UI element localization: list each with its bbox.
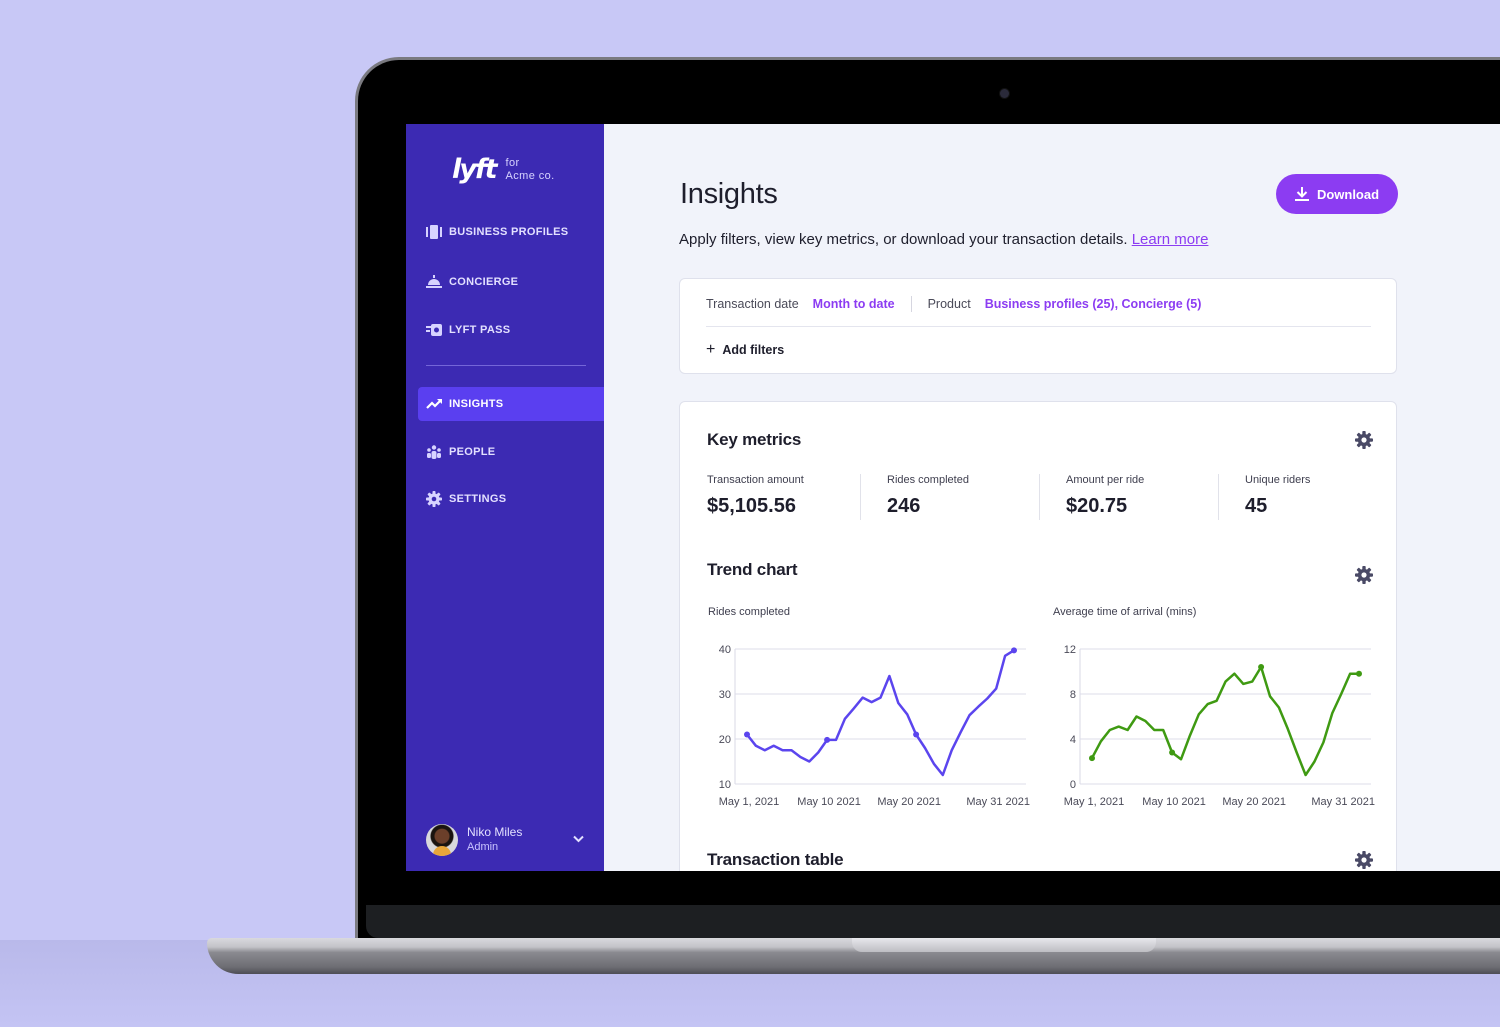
plus-icon: + — [706, 341, 716, 358]
sidebar-item-lyft-pass[interactable]: LYFT PASS — [418, 313, 604, 347]
sidebar: lyft for Acme co. BUSINESS PROFILES CONC… — [406, 124, 604, 871]
data-point[interactable] — [1258, 664, 1265, 670]
x-tick-label: May 31 2021 — [1311, 796, 1375, 808]
x-tick-label: May 20 2021 — [1222, 796, 1286, 808]
page-subtitle: Apply filters, view key metrics, or down… — [679, 231, 1209, 248]
y-tick-label: 4 — [1070, 734, 1076, 746]
download-icon — [1294, 187, 1309, 201]
sidebar-divider — [426, 365, 586, 366]
learn-more-link[interactable]: Learn more — [1132, 231, 1209, 248]
metric-transaction-amount: Transaction amount $5,105.56 — [707, 474, 804, 517]
trending-up-icon — [426, 396, 442, 412]
brand-for: for — [505, 156, 520, 169]
add-filters-button[interactable]: + Add filters — [706, 341, 784, 359]
app-screen: lyft for Acme co. BUSINESS PROFILES CONC… — [406, 124, 1500, 871]
user-name: Niko Miles — [467, 825, 523, 839]
metrics-card: Key metrics Transaction amount $5,105.56… — [679, 401, 1397, 871]
transaction-date-filter[interactable]: Month to date — [813, 297, 895, 311]
y-tick-label: 40 — [719, 644, 731, 656]
data-point[interactable] — [824, 736, 831, 743]
main-content: Insights Download Apply filters, view ke… — [604, 124, 1500, 871]
y-tick-label: 20 — [719, 734, 731, 746]
x-tick-label: May 31 2021 — [966, 796, 1030, 808]
gear-icon — [426, 491, 442, 507]
sidebar-item-business-profiles[interactable]: BUSINESS PROFILES — [418, 215, 604, 249]
filter-divider — [706, 326, 1371, 327]
data-point[interactable] — [1169, 749, 1176, 756]
laptop-chin — [366, 905, 1500, 938]
product-label: Product — [927, 297, 971, 311]
data-point[interactable] — [1356, 670, 1362, 677]
rides-completed-chart: 10 20 30 40 May 1, 2021 May 10 2021 May 20 202… — [719, 644, 1030, 808]
y-tick-label: 12 — [1064, 644, 1076, 656]
filter-separator — [910, 296, 912, 312]
gear-icon[interactable] — [1355, 431, 1373, 449]
y-tick-label: 8 — [1070, 689, 1076, 701]
data-point[interactable] — [1011, 647, 1017, 654]
people-icon — [426, 444, 442, 460]
sidebar-item-insights[interactable]: INSIGHTS — [418, 387, 604, 421]
y-tick-label: 10 — [719, 779, 731, 791]
metric-unique-riders: Unique riders 45 — [1245, 474, 1311, 517]
x-tick-label: May 1, 2021 — [719, 796, 780, 808]
page-title: Insights — [680, 178, 778, 210]
data-point[interactable] — [913, 731, 920, 738]
brand-org: Acme co. — [505, 169, 555, 182]
data-point[interactable] — [744, 731, 750, 738]
x-tick-label: May 20 2021 — [877, 796, 941, 808]
x-tick-label: May 1, 2021 — [1064, 796, 1125, 808]
user-profile[interactable]: Niko Miles Admin — [426, 822, 586, 858]
y-tick-label: 30 — [719, 689, 731, 701]
concierge-bell-icon — [426, 274, 442, 290]
sidebar-item-people[interactable]: PEOPLE — [418, 435, 604, 469]
briefcase-icon — [426, 224, 442, 240]
x-tick-label: May 10 2021 — [1142, 796, 1206, 808]
lyft-logo: lyft — [452, 154, 497, 185]
arrival-chart-title: Average time of arrival (mins) — [1053, 606, 1197, 618]
arrival-time-chart: 0 4 8 12 May 1, 2021 May 10 2021 May 20 2021 Ma… — [1064, 644, 1375, 808]
avatar — [426, 824, 458, 856]
user-role: Admin — [467, 841, 499, 853]
series-line — [745, 649, 1016, 777]
download-button[interactable]: Download — [1276, 174, 1398, 214]
data-point[interactable] — [1089, 755, 1095, 762]
metric-rides-completed: Rides completed 246 — [887, 474, 969, 517]
sidebar-item-settings[interactable]: SETTINGS — [418, 482, 604, 516]
sidebar-item-label: BUSINESS PROFILES — [449, 226, 569, 238]
chevron-down-icon[interactable] — [573, 832, 584, 846]
series-line — [1090, 665, 1361, 777]
sidebar-item-label: INSIGHTS — [449, 398, 504, 410]
metric-amount-per-ride: Amount per ride $20.75 — [1066, 474, 1145, 517]
lyft-pass-icon — [426, 322, 442, 338]
transaction-date-label: Transaction date — [706, 297, 799, 311]
download-label: Download — [1316, 186, 1380, 202]
sidebar-item-label: SETTINGS — [449, 493, 507, 505]
sidebar-item-label: PEOPLE — [449, 446, 496, 458]
filters-card: Transaction date Month to date Product B… — [679, 278, 1397, 374]
x-tick-label: May 10 2021 — [797, 796, 861, 808]
rides-chart-title: Rides completed — [708, 606, 790, 618]
brand[interactable]: lyft for Acme co. — [452, 154, 555, 185]
laptop-notch — [852, 938, 1156, 952]
gear-icon[interactable] — [1355, 851, 1373, 869]
key-metrics-title: Key metrics — [707, 430, 802, 449]
sidebar-item-label: LYFT PASS — [449, 324, 511, 336]
product-filter[interactable]: Business profiles (25), Concierge (5) — [985, 297, 1202, 311]
transaction-table-title: Transaction table — [707, 850, 844, 869]
sidebar-item-label: CONCIERGE — [449, 276, 519, 288]
webcam — [1000, 89, 1009, 98]
trend-chart-title: Trend chart — [707, 560, 798, 579]
y-tick-label: 0 — [1070, 779, 1076, 791]
gear-icon[interactable] — [1355, 566, 1373, 584]
sidebar-item-concierge[interactable]: CONCIERGE — [418, 265, 604, 299]
